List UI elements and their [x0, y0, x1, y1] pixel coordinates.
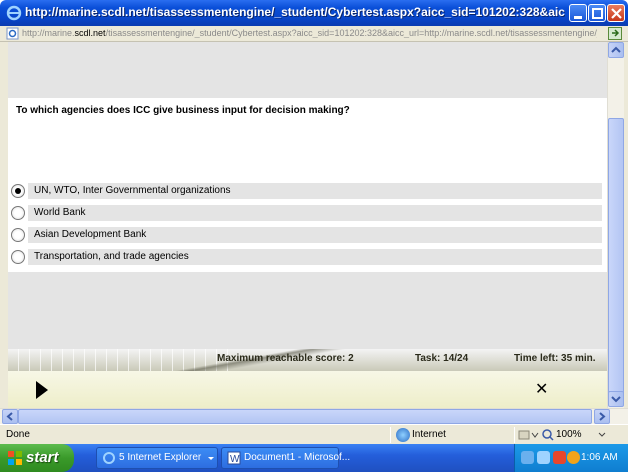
header-band — [8, 42, 607, 98]
word-document-icon: W — [227, 451, 241, 465]
vertical-scrollbar[interactable] — [607, 42, 624, 408]
internet-zone-icon — [396, 428, 410, 442]
minimize-button[interactable] — [569, 4, 587, 22]
test-content: To which agencies does ICC give business… — [8, 42, 607, 408]
task-counter: Task: 14/24 — [415, 353, 469, 364]
next-play-icon[interactable] — [36, 381, 48, 399]
update-icon[interactable] — [567, 451, 580, 464]
footer-band — [8, 272, 607, 352]
start-label: start — [26, 449, 59, 466]
answer-option-label: World Bank — [34, 207, 86, 218]
chevron-left-icon — [6, 412, 13, 421]
window-frame-right — [624, 42, 628, 408]
test-navigation: ✕ — [8, 371, 607, 408]
address-url[interactable]: http://marine.scdl.net/tisassessmentengi… — [22, 28, 597, 38]
chevron-right-icon — [599, 412, 606, 421]
zoom-icon[interactable] — [542, 429, 554, 441]
start-button[interactable]: start — [0, 444, 74, 472]
clock[interactable]: 1:06 AM — [581, 452, 618, 463]
status-text: Done — [6, 429, 30, 440]
scroll-left-button[interactable] — [2, 409, 18, 424]
answer-option[interactable]: Transportation, and trade agencies — [8, 248, 607, 266]
radio-button-selected[interactable] — [11, 184, 25, 198]
go-icon — [612, 29, 620, 37]
horizontal-scroll-thumb[interactable] — [18, 409, 592, 424]
internet-explorer-icon — [103, 452, 115, 464]
internet-explorer-icon — [6, 5, 22, 21]
window-title-bar[interactable]: http://marine.scdl.net/tisassessmentengi… — [0, 0, 628, 26]
security-zone-label: Internet — [412, 429, 446, 440]
answer-option-bar[interactable]: Asian Development Bank — [28, 227, 602, 243]
windows-taskbar: start 5 Internet Explorer W Document1 - … — [0, 444, 628, 472]
close-window-button[interactable] — [607, 4, 625, 22]
answer-option-bar[interactable]: World Bank — [28, 205, 602, 221]
security-icon[interactable] — [537, 451, 550, 464]
close-test-icon[interactable]: ✕ — [535, 379, 548, 399]
answer-option-label: UN, WTO, Inter Governmental organization… — [34, 185, 231, 196]
horizontal-scrollbar[interactable] — [0, 408, 628, 424]
maximize-icon — [592, 8, 603, 19]
taskbar-item-label: 5 Internet Explorer — [119, 452, 202, 463]
radio-button[interactable] — [11, 250, 25, 264]
chevron-down-icon[interactable] — [598, 432, 606, 438]
zoom-level[interactable]: 100% — [556, 429, 582, 440]
close-icon — [611, 8, 622, 19]
question-text: To which agencies does ICC give business… — [16, 105, 350, 116]
scroll-down-button[interactable] — [608, 391, 624, 407]
answer-option[interactable]: UN, WTO, Inter Governmental organization… — [8, 182, 607, 200]
window-title: http://marine.scdl.net/tisassessmentengi… — [25, 5, 565, 19]
protected-mode-icon[interactable] — [518, 429, 540, 441]
answer-option-label: Transportation, and trade agencies — [34, 251, 189, 262]
test-status-bar: Maximum reachable score: 2 Task: 14/24 T… — [8, 349, 607, 371]
network-icon[interactable] — [521, 451, 534, 464]
answer-option-bar[interactable]: Transportation, and trade agencies — [28, 249, 602, 265]
tray-app-icon[interactable] — [553, 451, 566, 464]
address-bar[interactable]: http://marine.scdl.net/tisassessmentengi… — [0, 26, 628, 42]
window-frame-left — [0, 42, 8, 408]
scroll-right-button[interactable] — [594, 409, 610, 424]
vertical-scroll-thumb[interactable] — [608, 118, 624, 400]
scroll-up-button[interactable] — [608, 42, 624, 58]
answer-option[interactable]: Asian Development Bank — [8, 226, 607, 244]
answer-option-label: Asian Development Bank — [34, 229, 147, 240]
time-left: Time left: 35 min. — [514, 353, 596, 364]
minimize-icon — [574, 16, 582, 19]
radio-button[interactable] — [11, 206, 25, 220]
browser-status-bar: Done Internet 100% — [0, 424, 628, 444]
status-divider — [514, 427, 515, 443]
status-divider — [390, 427, 391, 443]
max-score-text: Maximum reachable score: 2 — [217, 353, 354, 364]
answer-option[interactable]: World Bank — [8, 204, 607, 222]
chevron-up-icon — [611, 46, 621, 53]
svg-text:W: W — [230, 454, 240, 465]
taskbar-item-word-document[interactable]: W Document1 - Microsof... — [221, 447, 350, 469]
taskbar-item-label: Document1 - Microsof... — [244, 452, 351, 463]
maximize-button[interactable] — [588, 4, 606, 22]
windows-flag-icon — [8, 451, 22, 465]
answer-option-bar[interactable]: UN, WTO, Inter Governmental organization… — [28, 183, 602, 199]
chevron-down-icon — [611, 396, 621, 403]
page-icon — [6, 27, 19, 40]
radio-button[interactable] — [11, 228, 25, 242]
system-tray: 1:06 AM — [514, 444, 628, 472]
go-button[interactable] — [608, 27, 622, 40]
chevron-down-icon — [208, 457, 214, 460]
taskbar-item-internet-explorer[interactable]: 5 Internet Explorer — [96, 447, 218, 469]
